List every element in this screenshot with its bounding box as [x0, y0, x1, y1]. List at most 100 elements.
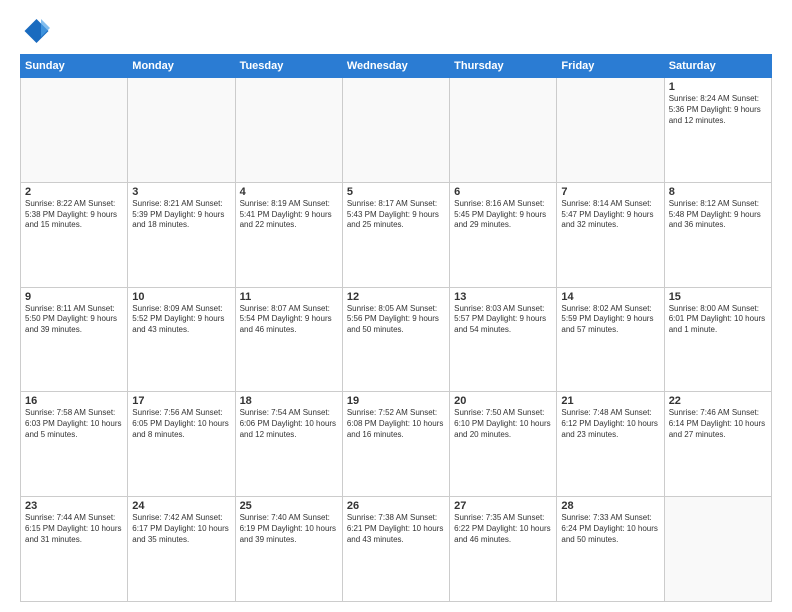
day-number: 5: [347, 186, 445, 198]
day-number: 28: [561, 500, 659, 512]
day-number: 20: [454, 395, 552, 407]
day-number: 10: [132, 291, 230, 303]
weekday-header-tuesday: Tuesday: [235, 55, 342, 78]
day-number: 1: [669, 81, 767, 93]
week-row-4: 23Sunrise: 7:44 AM Sunset: 6:15 PM Dayli…: [21, 497, 772, 602]
day-info: Sunrise: 7:50 AM Sunset: 6:10 PM Dayligh…: [454, 408, 552, 440]
logo-icon: [20, 16, 50, 46]
calendar-cell: 4Sunrise: 8:19 AM Sunset: 5:41 PM Daylig…: [235, 182, 342, 287]
weekday-header-sunday: Sunday: [21, 55, 128, 78]
day-number: 12: [347, 291, 445, 303]
day-number: 13: [454, 291, 552, 303]
day-number: 4: [240, 186, 338, 198]
day-info: Sunrise: 8:07 AM Sunset: 5:54 PM Dayligh…: [240, 304, 338, 336]
day-number: 3: [132, 186, 230, 198]
day-number: 14: [561, 291, 659, 303]
day-number: 11: [240, 291, 338, 303]
calendar-cell: [21, 78, 128, 183]
day-info: Sunrise: 7:44 AM Sunset: 6:15 PM Dayligh…: [25, 513, 123, 545]
calendar-cell: 1Sunrise: 8:24 AM Sunset: 5:36 PM Daylig…: [664, 78, 771, 183]
day-info: Sunrise: 7:58 AM Sunset: 6:03 PM Dayligh…: [25, 408, 123, 440]
day-info: Sunrise: 8:02 AM Sunset: 5:59 PM Dayligh…: [561, 304, 659, 336]
day-info: Sunrise: 7:48 AM Sunset: 6:12 PM Dayligh…: [561, 408, 659, 440]
calendar-cell: [450, 78, 557, 183]
calendar-cell: 7Sunrise: 8:14 AM Sunset: 5:47 PM Daylig…: [557, 182, 664, 287]
day-number: 21: [561, 395, 659, 407]
day-number: 7: [561, 186, 659, 198]
calendar-cell: 24Sunrise: 7:42 AM Sunset: 6:17 PM Dayli…: [128, 497, 235, 602]
weekday-header-wednesday: Wednesday: [342, 55, 449, 78]
calendar-cell: [128, 78, 235, 183]
weekday-header-thursday: Thursday: [450, 55, 557, 78]
day-number: 25: [240, 500, 338, 512]
day-number: 22: [669, 395, 767, 407]
calendar-cell: [342, 78, 449, 183]
day-info: Sunrise: 7:40 AM Sunset: 6:19 PM Dayligh…: [240, 513, 338, 545]
weekday-header-monday: Monday: [128, 55, 235, 78]
day-info: Sunrise: 7:38 AM Sunset: 6:21 PM Dayligh…: [347, 513, 445, 545]
day-info: Sunrise: 8:09 AM Sunset: 5:52 PM Dayligh…: [132, 304, 230, 336]
day-info: Sunrise: 7:54 AM Sunset: 6:06 PM Dayligh…: [240, 408, 338, 440]
day-info: Sunrise: 7:33 AM Sunset: 6:24 PM Dayligh…: [561, 513, 659, 545]
day-number: 24: [132, 500, 230, 512]
weekday-header-saturday: Saturday: [664, 55, 771, 78]
calendar-cell: 10Sunrise: 8:09 AM Sunset: 5:52 PM Dayli…: [128, 287, 235, 392]
day-info: Sunrise: 8:12 AM Sunset: 5:48 PM Dayligh…: [669, 199, 767, 231]
calendar-cell: 25Sunrise: 7:40 AM Sunset: 6:19 PM Dayli…: [235, 497, 342, 602]
calendar-cell: 3Sunrise: 8:21 AM Sunset: 5:39 PM Daylig…: [128, 182, 235, 287]
calendar-cell: 11Sunrise: 8:07 AM Sunset: 5:54 PM Dayli…: [235, 287, 342, 392]
day-info: Sunrise: 8:17 AM Sunset: 5:43 PM Dayligh…: [347, 199, 445, 231]
weekday-header-friday: Friday: [557, 55, 664, 78]
calendar-cell: 13Sunrise: 8:03 AM Sunset: 5:57 PM Dayli…: [450, 287, 557, 392]
day-number: 19: [347, 395, 445, 407]
weekday-header-row: SundayMondayTuesdayWednesdayThursdayFrid…: [21, 55, 772, 78]
calendar-cell: 20Sunrise: 7:50 AM Sunset: 6:10 PM Dayli…: [450, 392, 557, 497]
day-number: 6: [454, 186, 552, 198]
calendar-cell: 26Sunrise: 7:38 AM Sunset: 6:21 PM Dayli…: [342, 497, 449, 602]
calendar-cell: [235, 78, 342, 183]
calendar-cell: 15Sunrise: 8:00 AM Sunset: 6:01 PM Dayli…: [664, 287, 771, 392]
calendar-cell: 12Sunrise: 8:05 AM Sunset: 5:56 PM Dayli…: [342, 287, 449, 392]
day-info: Sunrise: 7:42 AM Sunset: 6:17 PM Dayligh…: [132, 513, 230, 545]
day-number: 16: [25, 395, 123, 407]
day-number: 17: [132, 395, 230, 407]
day-number: 9: [25, 291, 123, 303]
calendar-cell: [664, 497, 771, 602]
day-info: Sunrise: 7:52 AM Sunset: 6:08 PM Dayligh…: [347, 408, 445, 440]
calendar-cell: 23Sunrise: 7:44 AM Sunset: 6:15 PM Dayli…: [21, 497, 128, 602]
calendar-cell: 6Sunrise: 8:16 AM Sunset: 5:45 PM Daylig…: [450, 182, 557, 287]
calendar-cell: 14Sunrise: 8:02 AM Sunset: 5:59 PM Dayli…: [557, 287, 664, 392]
day-info: Sunrise: 8:05 AM Sunset: 5:56 PM Dayligh…: [347, 304, 445, 336]
day-info: Sunrise: 7:56 AM Sunset: 6:05 PM Dayligh…: [132, 408, 230, 440]
calendar-cell: 27Sunrise: 7:35 AM Sunset: 6:22 PM Dayli…: [450, 497, 557, 602]
calendar-cell: 16Sunrise: 7:58 AM Sunset: 6:03 PM Dayli…: [21, 392, 128, 497]
calendar-cell: 9Sunrise: 8:11 AM Sunset: 5:50 PM Daylig…: [21, 287, 128, 392]
day-info: Sunrise: 8:19 AM Sunset: 5:41 PM Dayligh…: [240, 199, 338, 231]
calendar-table: SundayMondayTuesdayWednesdayThursdayFrid…: [20, 54, 772, 602]
logo: [20, 16, 52, 46]
day-number: 26: [347, 500, 445, 512]
day-info: Sunrise: 8:00 AM Sunset: 6:01 PM Dayligh…: [669, 304, 767, 336]
day-info: Sunrise: 8:14 AM Sunset: 5:47 PM Dayligh…: [561, 199, 659, 231]
day-info: Sunrise: 7:46 AM Sunset: 6:14 PM Dayligh…: [669, 408, 767, 440]
calendar-cell: 17Sunrise: 7:56 AM Sunset: 6:05 PM Dayli…: [128, 392, 235, 497]
day-number: 18: [240, 395, 338, 407]
page: SundayMondayTuesdayWednesdayThursdayFrid…: [0, 0, 792, 612]
day-info: Sunrise: 8:03 AM Sunset: 5:57 PM Dayligh…: [454, 304, 552, 336]
day-info: Sunrise: 8:21 AM Sunset: 5:39 PM Dayligh…: [132, 199, 230, 231]
calendar-cell: 28Sunrise: 7:33 AM Sunset: 6:24 PM Dayli…: [557, 497, 664, 602]
calendar-cell: 2Sunrise: 8:22 AM Sunset: 5:38 PM Daylig…: [21, 182, 128, 287]
calendar-cell: 22Sunrise: 7:46 AM Sunset: 6:14 PM Dayli…: [664, 392, 771, 497]
week-row-0: 1Sunrise: 8:24 AM Sunset: 5:36 PM Daylig…: [21, 78, 772, 183]
day-info: Sunrise: 8:24 AM Sunset: 5:36 PM Dayligh…: [669, 94, 767, 126]
day-info: Sunrise: 8:22 AM Sunset: 5:38 PM Dayligh…: [25, 199, 123, 231]
day-number: 2: [25, 186, 123, 198]
week-row-2: 9Sunrise: 8:11 AM Sunset: 5:50 PM Daylig…: [21, 287, 772, 392]
calendar-cell: 21Sunrise: 7:48 AM Sunset: 6:12 PM Dayli…: [557, 392, 664, 497]
day-info: Sunrise: 7:35 AM Sunset: 6:22 PM Dayligh…: [454, 513, 552, 545]
calendar-cell: 19Sunrise: 7:52 AM Sunset: 6:08 PM Dayli…: [342, 392, 449, 497]
day-info: Sunrise: 8:16 AM Sunset: 5:45 PM Dayligh…: [454, 199, 552, 231]
day-number: 15: [669, 291, 767, 303]
calendar-cell: 8Sunrise: 8:12 AM Sunset: 5:48 PM Daylig…: [664, 182, 771, 287]
day-number: 23: [25, 500, 123, 512]
